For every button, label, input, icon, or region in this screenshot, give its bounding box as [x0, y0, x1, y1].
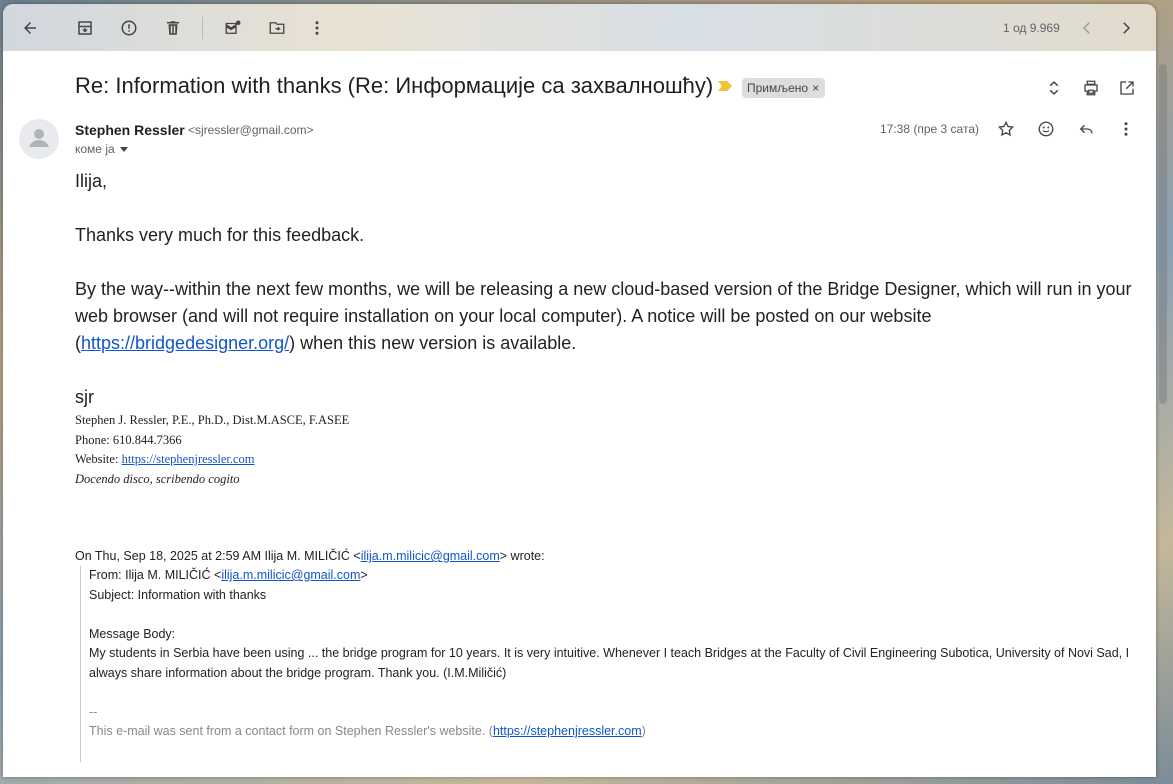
scrollbar-thumb[interactable] — [1159, 64, 1167, 404]
quote-header-end: > wrote: — [499, 549, 545, 563]
report-spam-button[interactable] — [116, 15, 142, 41]
open-in-new-icon — [1120, 81, 1134, 95]
star-button[interactable] — [994, 117, 1018, 141]
chevron-right-icon — [1123, 22, 1131, 34]
paragraph-2-end: ) when this new version is available. — [289, 333, 577, 353]
chevron-left-icon — [1082, 22, 1090, 34]
label-chip: Примљено × — [742, 78, 826, 98]
quote-subject: Subject: Information with thanks — [89, 587, 267, 602]
quote-dashes: -- — [89, 704, 98, 719]
quote-from-email-link[interactable]: ilija.m.milicic@gmail.com — [221, 568, 360, 582]
star-icon — [997, 120, 1015, 137]
greeting: Ilija, — [75, 171, 108, 191]
older-button[interactable] — [1113, 15, 1139, 41]
quote-header-text: On Thu, Sep 18, 2025 at 2:59 AM Ilija M.… — [75, 549, 361, 563]
add-reaction-button[interactable] — [1034, 117, 1058, 141]
print-button[interactable] — [1079, 76, 1103, 100]
email-body: Ilija, Thanks very much for this feedbac… — [75, 168, 1140, 489]
move-to-button[interactable] — [264, 15, 290, 41]
back-icon — [24, 22, 36, 34]
open-new-window-button[interactable] — [1115, 76, 1139, 100]
quote-from: From: Ilija M. MILIČIĆ <ilija.m.milicic@… — [89, 566, 1149, 586]
expand-all-button[interactable] — [1042, 76, 1066, 100]
sender-email: <sjressler@gmail.com> — [188, 123, 314, 137]
mark-unread-icon — [225, 20, 241, 34]
signoff: sjr — [75, 387, 94, 407]
person-icon — [29, 129, 49, 147]
signature-phone: Phone: 610.844.7366 — [75, 432, 182, 447]
report-spam-icon — [121, 20, 137, 36]
quote-body-text: My students in Serbia have been using ..… — [89, 646, 1130, 680]
delete-icon — [167, 21, 179, 35]
signature-name: Stephen J. Ressler, P.E., Ph.D., Dist.M.… — [75, 413, 350, 427]
toolbar: 1 од 9.969 — [3, 4, 1156, 51]
more-vert-icon — [315, 21, 319, 35]
signature-motto: Docendo disco, scribendo cogito — [75, 471, 240, 486]
email-date: 17:38 (пре 3 сата) — [880, 122, 979, 136]
recipient-details[interactable]: коме ја — [75, 142, 129, 156]
quoted-message: From: Ilija M. MILIČIĆ <ilija.m.milicic@… — [80, 566, 1149, 762]
email-window: 1 од 9.969 Re: Information with thanks (… — [3, 4, 1156, 777]
reply-icon — [1079, 124, 1093, 134]
quote-header-email-link[interactable]: ilija.m.milicic@gmail.com — [361, 549, 500, 563]
quote-footer-link[interactable]: https://stephenjressler.com — [493, 724, 642, 738]
bridgedesigner-link[interactable]: https://bridgedesigner.org/ — [81, 333, 289, 353]
paragraph-1: Thanks very much for this feedback. — [75, 225, 365, 245]
quote-from-text: From: Ilija M. MILIČIĆ < — [89, 568, 222, 582]
message-more-button[interactable] — [1114, 117, 1138, 141]
quote-footer: This e-mail was sent from a contact form… — [89, 722, 1149, 742]
archive-icon — [78, 21, 92, 35]
quote-footer-text: This e-mail was sent from a contact form… — [89, 724, 493, 738]
caret-down-icon — [119, 147, 128, 152]
reply-button[interactable] — [1074, 117, 1098, 141]
quote-body-label: Message Body: — [89, 626, 176, 641]
delete-button[interactable] — [160, 15, 186, 41]
scrollbar[interactable] — [1157, 4, 1169, 777]
remove-label-button[interactable]: × — [812, 78, 819, 98]
archive-button[interactable] — [72, 15, 98, 41]
emoji-icon — [1038, 121, 1054, 137]
move-to-icon — [269, 22, 285, 34]
toolbar-divider — [202, 17, 203, 39]
recipient-text: коме ја — [75, 142, 115, 156]
quote-footer-end: ) — [641, 724, 646, 738]
sender-name[interactable]: Stephen Ressler — [75, 122, 185, 138]
avatar[interactable] — [19, 119, 59, 159]
pager-text: 1 од 9.969 — [1003, 21, 1060, 35]
unfold-icon — [1049, 80, 1059, 96]
newer-button[interactable] — [1074, 15, 1100, 41]
mark-unread-button[interactable] — [220, 15, 246, 41]
quote-from-end: > — [360, 568, 368, 582]
signature-website: Website: https://stephenjressler.com — [75, 450, 1140, 470]
importance-marker-icon[interactable] — [718, 81, 732, 91]
more-vert-icon — [1124, 122, 1128, 136]
print-icon — [1084, 80, 1098, 96]
quote-header: On Thu, Sep 18, 2025 at 2:59 AM Ilija M.… — [75, 547, 545, 567]
back-button[interactable] — [17, 15, 43, 41]
signature-website-label: Website: — [75, 452, 122, 466]
paragraph-2: By the way--within the next few months, … — [75, 276, 1140, 357]
email-subject: Re: Information with thanks (Re: Информа… — [75, 73, 714, 98]
signature-website-link[interactable]: https://stephenjressler.com — [122, 452, 255, 466]
more-options-button[interactable] — [304, 15, 330, 41]
label-chip-text[interactable]: Примљено — [747, 78, 808, 98]
